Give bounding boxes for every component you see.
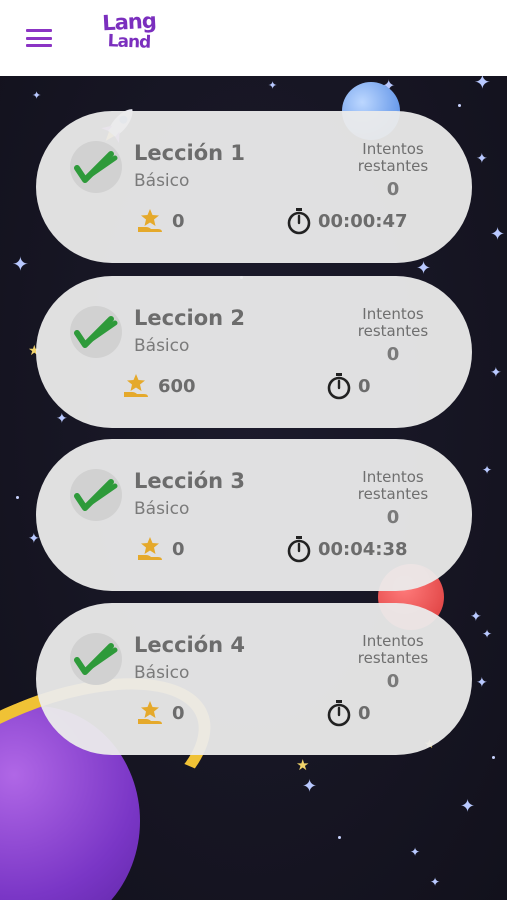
points-value: 0 bbox=[172, 210, 185, 232]
medal-hand-icon bbox=[124, 374, 148, 397]
attempts-remaining: Intentos restantes 0 bbox=[348, 140, 438, 200]
attempts-label-line2: restantes bbox=[357, 485, 429, 503]
star-icon: ✦ bbox=[12, 252, 29, 276]
attempts-label-line1: Intentos bbox=[362, 468, 424, 486]
time-value: 0 bbox=[358, 375, 371, 397]
lesson-card-2[interactable]: Leccion 2 Básico Intentos restantes 0 60… bbox=[36, 276, 472, 428]
points-display: 0 bbox=[136, 207, 185, 235]
star-icon: ✦ bbox=[268, 79, 278, 92]
double-check-icon bbox=[74, 643, 118, 675]
star-icon: ✦ bbox=[430, 875, 441, 889]
attempts-value: 0 bbox=[386, 179, 400, 200]
completed-check-badge bbox=[70, 469, 122, 521]
lesson-title: Lección 3 bbox=[134, 469, 246, 493]
hamburger-menu-icon[interactable] bbox=[24, 26, 54, 50]
completed-check-badge bbox=[70, 141, 122, 193]
star-icon: ✦ bbox=[490, 365, 502, 381]
stopwatch-icon bbox=[327, 373, 351, 400]
star-icon: ✦ bbox=[302, 776, 318, 797]
star-dot bbox=[338, 836, 341, 839]
double-check-icon bbox=[74, 151, 118, 183]
lesson-level: Básico bbox=[134, 336, 190, 356]
lesson-title: Lección 1 bbox=[134, 141, 246, 165]
star-icon: ✦ bbox=[476, 675, 488, 691]
attempts-label-line2: restantes bbox=[357, 649, 429, 667]
lesson-card-4[interactable]: Lección 4 Básico Intentos restantes 0 0 … bbox=[36, 603, 472, 755]
logo-text-line2: Land bbox=[107, 31, 151, 53]
star-icon: ✦ bbox=[474, 76, 491, 94]
app-header: Lang Land bbox=[0, 0, 507, 76]
points-value: 0 bbox=[172, 538, 185, 560]
attempts-label-line1: Intentos bbox=[362, 140, 424, 158]
star-icon: ✦ bbox=[416, 258, 432, 279]
attempts-label-line2: restantes bbox=[357, 322, 429, 340]
double-check-icon bbox=[74, 479, 118, 511]
time-value: 0 bbox=[358, 702, 371, 724]
time-display: 00:04:38 bbox=[286, 535, 408, 563]
lesson-level: Básico bbox=[134, 499, 190, 519]
time-value: 00:04:38 bbox=[318, 538, 408, 560]
attempts-remaining: Intentos restantes 0 bbox=[348, 468, 438, 528]
lesson-level: Básico bbox=[134, 663, 190, 683]
star-icon: ★ bbox=[296, 756, 310, 774]
star-icon: ✦ bbox=[460, 796, 476, 817]
attempts-label-line1: Intentos bbox=[362, 305, 424, 323]
points-display: 0 bbox=[136, 535, 185, 563]
lesson-level: Básico bbox=[134, 171, 190, 191]
star-dot bbox=[458, 104, 461, 107]
langland-logo[interactable]: Lang Land bbox=[96, 9, 162, 58]
attempts-label-line1: Intentos bbox=[362, 632, 424, 650]
star-icon: ✦ bbox=[476, 151, 488, 167]
points-display: 600 bbox=[122, 372, 196, 400]
time-value: 00:00:47 bbox=[318, 210, 408, 232]
star-dot bbox=[16, 496, 19, 499]
star-icon: ✦ bbox=[410, 845, 421, 859]
medal-hand-icon bbox=[138, 209, 162, 232]
points-value: 600 bbox=[158, 375, 196, 397]
star-icon: ✦ bbox=[470, 609, 482, 625]
stopwatch-icon bbox=[327, 700, 351, 727]
lesson-card-1[interactable]: Lección 1 Básico Intentos restantes 0 0 … bbox=[36, 111, 472, 263]
medal-hand-icon bbox=[138, 537, 162, 560]
time-display: 0 bbox=[326, 372, 371, 400]
attempts-value: 0 bbox=[386, 344, 400, 365]
star-icon: ✦ bbox=[56, 411, 68, 427]
attempts-remaining: Intentos restantes 0 bbox=[348, 632, 438, 692]
completed-check-badge bbox=[70, 306, 122, 358]
lesson-title: Lección 4 bbox=[134, 633, 246, 657]
star-icon: ✦ bbox=[490, 224, 506, 245]
completed-check-badge bbox=[70, 633, 122, 685]
stopwatch-icon bbox=[287, 208, 311, 235]
lesson-card-3[interactable]: Lección 3 Básico Intentos restantes 0 0 … bbox=[36, 439, 472, 591]
points-value: 0 bbox=[172, 702, 185, 724]
time-display: 0 bbox=[326, 699, 371, 727]
attempts-label-line2: restantes bbox=[357, 157, 429, 175]
star-icon: ✦ bbox=[482, 627, 493, 641]
attempts-value: 0 bbox=[386, 671, 400, 692]
attempts-value: 0 bbox=[386, 507, 400, 528]
star-dot bbox=[492, 756, 495, 759]
lesson-title: Leccion 2 bbox=[134, 306, 246, 330]
stopwatch-icon bbox=[287, 536, 311, 563]
star-icon: ✦ bbox=[482, 463, 493, 477]
attempts-remaining: Intentos restantes 0 bbox=[348, 305, 438, 365]
medal-hand-icon bbox=[138, 701, 162, 724]
double-check-icon bbox=[74, 316, 118, 348]
star-icon: ✦ bbox=[32, 89, 42, 102]
points-display: 0 bbox=[136, 699, 185, 727]
time-display: 00:00:47 bbox=[286, 207, 408, 235]
